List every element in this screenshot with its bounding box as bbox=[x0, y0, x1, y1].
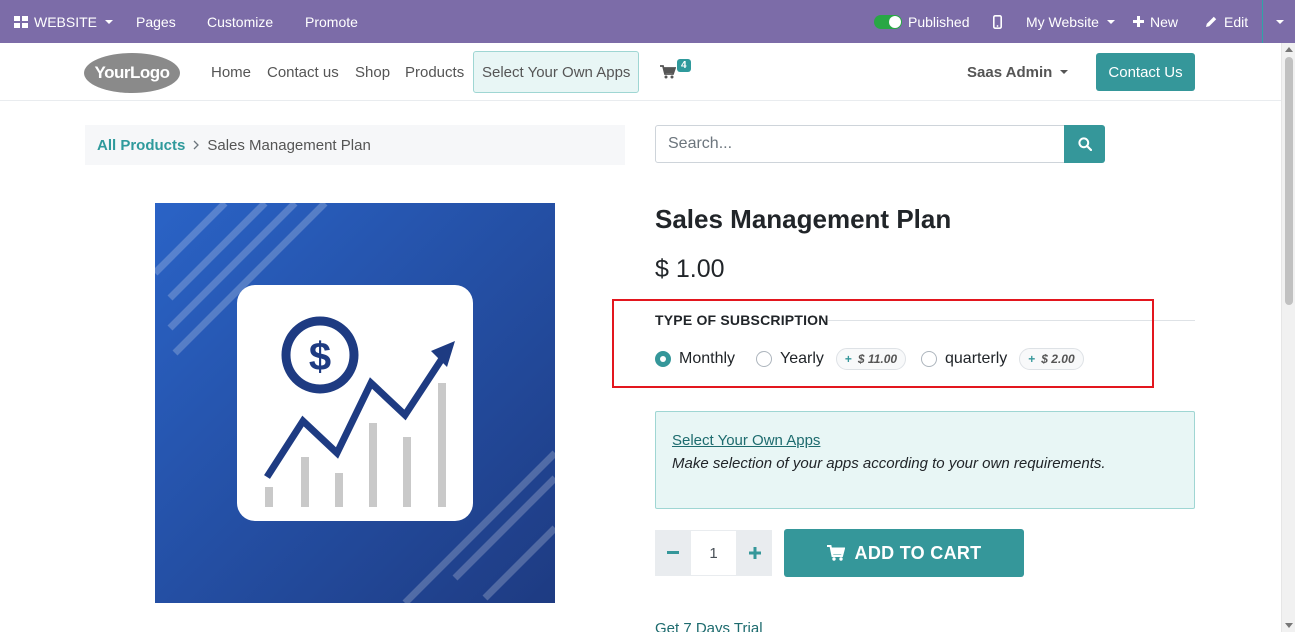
quantity-input[interactable] bbox=[690, 530, 737, 576]
subscription-type-label: TYPE OF SUBSCRIPTION bbox=[655, 312, 829, 328]
option-monthly[interactable]: Monthly bbox=[655, 348, 735, 370]
user-name: Saas Admin bbox=[967, 63, 1053, 81]
search-button[interactable] bbox=[1064, 125, 1105, 163]
mobile-preview-button[interactable] bbox=[993, 0, 1002, 43]
main-navbar: YourLogo Home Contact us Shop Products S… bbox=[0, 43, 1281, 101]
my-website-label: My Website bbox=[1026, 13, 1099, 30]
add-to-cart-button[interactable]: ADD TO CART bbox=[784, 529, 1024, 577]
toggle-switch-icon bbox=[874, 14, 902, 29]
admin-more-menu[interactable] bbox=[1262, 0, 1295, 43]
page-scrollbar[interactable] bbox=[1281, 43, 1295, 632]
option-yearly-label: Yearly bbox=[780, 350, 824, 367]
promote-menu[interactable]: Promote bbox=[305, 0, 358, 43]
radio-quarterly[interactable] bbox=[921, 351, 937, 367]
new-label: New bbox=[1150, 13, 1179, 30]
breadcrumb: All Products Sales Management Plan bbox=[85, 125, 625, 165]
trial-link[interactable]: Get 7 Days Trial bbox=[655, 620, 763, 632]
my-website-menu[interactable]: My Website bbox=[1026, 0, 1115, 43]
nav-link-select-your-own-apps[interactable]: Select Your Own Apps bbox=[473, 51, 640, 93]
user-menu[interactable]: Saas Admin bbox=[967, 43, 1069, 101]
plus-sign: + bbox=[1028, 352, 1036, 366]
logo-text: YourLogo bbox=[94, 63, 171, 82]
option-yearly[interactable]: Yearly + $ 11.00 bbox=[756, 348, 907, 370]
nav-link-products[interactable]: Products bbox=[405, 43, 464, 101]
caret-down-icon bbox=[1060, 70, 1069, 74]
add-to-cart-label: ADD TO CART bbox=[854, 542, 982, 563]
pages-menu-label: Pages bbox=[136, 13, 176, 30]
option-quarterly-label: quarterly bbox=[945, 350, 1008, 367]
product-title: Sales Management Plan bbox=[655, 204, 952, 234]
breadcrumb-current: Sales Management Plan bbox=[207, 136, 371, 154]
option-monthly-label: Monthly bbox=[679, 350, 736, 367]
pencil-icon bbox=[1206, 16, 1217, 27]
search-input[interactable] bbox=[655, 125, 1065, 163]
scroll-down-arrow-icon[interactable] bbox=[1285, 623, 1293, 628]
cart-link[interactable] bbox=[660, 65, 677, 84]
edit-button[interactable]: Edit bbox=[1205, 0, 1248, 43]
price-extra-yearly: $ 11.00 bbox=[857, 352, 898, 366]
option-quarterly[interactable]: quarterly + $ 2.00 bbox=[921, 348, 1084, 370]
edit-label: Edit bbox=[1224, 13, 1249, 30]
scrollbar-thumb[interactable] bbox=[1285, 57, 1293, 305]
breadcrumb-all-products[interactable]: All Products bbox=[97, 137, 185, 154]
scroll-up-arrow-icon[interactable] bbox=[1285, 47, 1293, 52]
published-toggle[interactable]: Published bbox=[874, 0, 970, 43]
select-apps-info-box: Select Your Own Apps Make selection of y… bbox=[655, 411, 1195, 509]
website-menu-label: WEBSITE bbox=[34, 13, 98, 30]
select-your-own-apps-link[interactable]: Select Your Own Apps bbox=[672, 432, 1178, 449]
chevron-right-icon bbox=[193, 140, 200, 150]
customize-menu[interactable]: Customize bbox=[207, 0, 273, 43]
caret-down-icon bbox=[1276, 19, 1284, 24]
pages-menu[interactable]: Pages bbox=[136, 0, 176, 43]
admin-bar: WEBSITE Pages Customize Promote Publishe… bbox=[0, 0, 1295, 43]
price-extra-badge: + $ 2.00 bbox=[1019, 348, 1084, 370]
apps-grid-icon bbox=[14, 15, 28, 28]
cart-count-badge: 4 bbox=[677, 59, 691, 72]
plus-icon bbox=[748, 547, 761, 559]
price-extra-quarterly: $ 2.00 bbox=[1041, 352, 1075, 366]
nav-link-shop[interactable]: Shop bbox=[355, 43, 390, 101]
increase-quantity-button[interactable] bbox=[737, 530, 772, 576]
decrease-quantity-button[interactable] bbox=[655, 530, 690, 576]
new-button[interactable]: New bbox=[1133, 0, 1178, 43]
radio-yearly[interactable] bbox=[756, 351, 772, 367]
radio-monthly[interactable] bbox=[655, 351, 671, 367]
published-label: Published bbox=[908, 13, 970, 30]
plus-icon bbox=[1133, 16, 1144, 27]
product-price: $ 1.00 bbox=[655, 255, 725, 283]
shopping-cart-icon bbox=[660, 65, 677, 79]
caret-down-icon bbox=[105, 19, 114, 24]
chart-growth-icon: $ bbox=[237, 285, 473, 521]
contact-us-button[interactable]: Contact Us bbox=[1096, 53, 1195, 91]
minus-icon bbox=[666, 551, 679, 554]
select-apps-description: Make selection of your apps according to… bbox=[672, 455, 1106, 472]
product-image: $ bbox=[155, 203, 555, 603]
nav-link-contact-us[interactable]: Contact us bbox=[267, 43, 339, 101]
quantity-stepper bbox=[655, 530, 772, 576]
customize-menu-label: Customize bbox=[207, 13, 274, 30]
plus-sign: + bbox=[844, 352, 852, 366]
mobile-phone-icon bbox=[993, 14, 1002, 29]
promote-menu-label: Promote bbox=[305, 13, 358, 30]
price-extra-badge: + $ 11.00 bbox=[835, 348, 907, 370]
site-logo[interactable]: YourLogo bbox=[84, 53, 180, 93]
nav-link-home[interactable]: Home bbox=[211, 43, 251, 101]
shopping-cart-icon bbox=[826, 545, 845, 561]
website-menu[interactable]: WEBSITE bbox=[14, 0, 114, 43]
search-icon bbox=[1077, 137, 1092, 151]
caret-down-icon bbox=[1106, 19, 1115, 24]
svg-text:$: $ bbox=[309, 335, 331, 379]
